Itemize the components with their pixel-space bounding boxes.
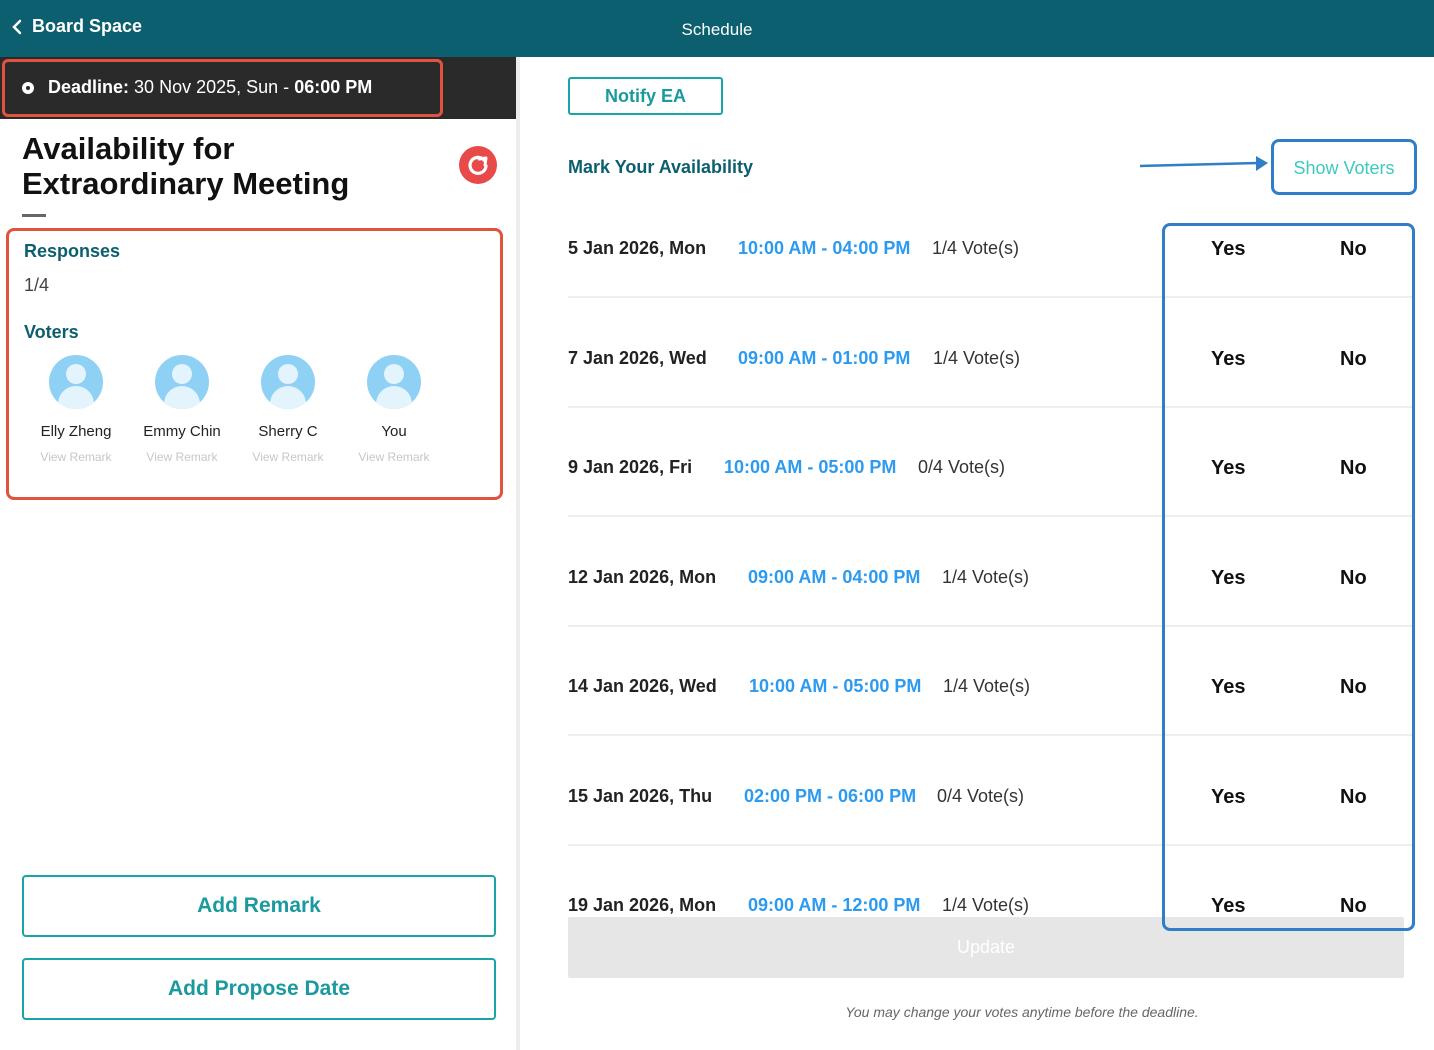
row-time: 10:00 AM - 05:00 PM — [749, 676, 922, 696]
voters-label: Voters — [24, 322, 79, 342]
avatar — [49, 355, 103, 409]
voter-name: You — [381, 423, 407, 440]
vote-options-highlight — [1162, 223, 1415, 931]
row-votes: 0/4 Vote(s) — [918, 457, 1006, 477]
row-votes: 1/4 Vote(s) — [942, 895, 1030, 915]
add-propose-date-button[interactable]: Add Propose Date — [22, 958, 496, 1020]
mark-availability-heading: Mark Your Availability — [568, 157, 754, 177]
voter-name: Sherry C — [258, 423, 318, 440]
row-time: 10:00 AM - 05:00 PM — [724, 457, 897, 477]
view-remark-link[interactable]: View Remark — [26, 450, 126, 464]
left-panel: Deadline: 30 Nov 2025, Sun - 06:00 PM Av… — [0, 57, 516, 1050]
row-time: 02:00 PM - 06:00 PM — [744, 786, 917, 806]
deadline-date: 30 Nov 2025, Sun — [134, 77, 279, 97]
deadline-bar: Deadline: 30 Nov 2025, Sun - 06:00 PM — [0, 57, 516, 119]
voter-item: You View Remark — [344, 355, 444, 464]
row-date: 14 Jan 2026, Wed — [568, 676, 717, 696]
responses-count: 1/4 — [24, 275, 50, 295]
footer-note: You may change your votes anytime before… — [845, 1004, 1199, 1020]
avatar — [261, 355, 315, 409]
row-votes: 1/4 Vote(s) — [943, 676, 1031, 696]
voter-name: Elly Zheng — [40, 423, 112, 440]
row-time: 09:00 AM - 12:00 PM — [748, 895, 921, 915]
show-voters-highlight: Show Voters — [1271, 139, 1417, 195]
meeting-title: Availability for Extraordinary Meeting — [22, 131, 350, 201]
deadline-time: 06:00 PM — [294, 77, 373, 97]
row-date: 19 Jan 2026, Mon — [568, 895, 717, 915]
row-votes: 0/4 Vote(s) — [937, 786, 1025, 806]
arrow-right-icon — [1140, 156, 1268, 171]
deadline-label: Deadline: — [48, 77, 130, 97]
deadline-text: Deadline: 30 Nov 2025, Sun - 06:00 PM — [22, 77, 372, 98]
top-bar: Board Space Schedule — [0, 0, 1434, 57]
avatar — [367, 355, 421, 409]
row-date: 9 Jan 2026, Fri — [568, 457, 693, 477]
row-time: 09:00 AM - 04:00 PM — [748, 567, 921, 587]
responses-label: Responses — [24, 241, 121, 261]
row-date: 12 Jan 2026, Mon — [568, 567, 717, 587]
row-date: 15 Jan 2026, Thu — [568, 786, 713, 806]
avatar — [155, 355, 209, 409]
refresh-icon[interactable] — [459, 146, 497, 184]
row-votes: 1/4 Vote(s) — [942, 567, 1030, 587]
clock-icon — [22, 81, 34, 94]
responses-section: Responses 1/4 Voters Elly Zheng View Rem… — [6, 228, 503, 500]
view-remark-link[interactable]: View Remark — [344, 450, 444, 464]
view-remark-link[interactable]: View Remark — [132, 450, 232, 464]
voter-item: Emmy Chin View Remark — [132, 355, 232, 464]
voter-item: Sherry C View Remark — [238, 355, 338, 464]
voter-name: Emmy Chin — [143, 423, 221, 440]
row-time: 10:00 AM - 04:00 PM — [738, 238, 911, 258]
voter-item: Elly Zheng View Remark — [26, 355, 126, 464]
row-date: 5 Jan 2026, Mon — [568, 238, 707, 258]
add-remark-button[interactable]: Add Remark — [22, 875, 496, 937]
deadline-separator: - — [283, 77, 290, 97]
title-divider — [22, 214, 46, 217]
notify-ea-button[interactable]: Notify EA — [568, 77, 723, 115]
right-panel: Notify EA Mark Your Availability Show Vo… — [520, 57, 1434, 1050]
page-title: Schedule — [681, 20, 753, 39]
view-remark-link[interactable]: View Remark — [238, 450, 338, 464]
row-time: 09:00 AM - 01:00 PM — [738, 348, 911, 368]
row-votes: 1/4 Vote(s) — [933, 348, 1021, 368]
row-votes: 1/4 Vote(s) — [932, 238, 1020, 258]
row-date: 7 Jan 2026, Wed — [568, 348, 707, 368]
show-voters-link[interactable]: Show Voters — [1274, 158, 1414, 179]
